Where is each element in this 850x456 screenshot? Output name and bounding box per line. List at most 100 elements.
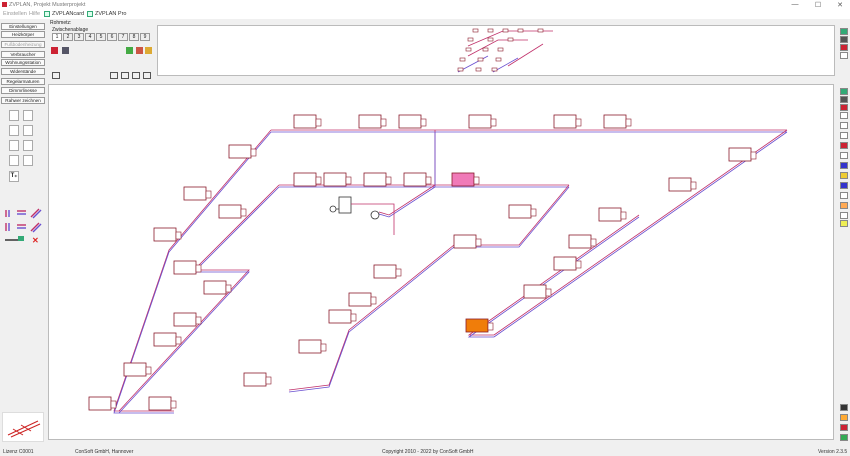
confirm-icon[interactable] xyxy=(840,434,848,441)
pencil-icon[interactable] xyxy=(840,172,848,179)
radiator-25[interactable] xyxy=(173,312,197,327)
warning-icon[interactable] xyxy=(840,414,848,421)
pump[interactable] xyxy=(370,210,380,220)
radiator-side-left-tool-icon[interactable] xyxy=(9,140,19,151)
dxf-icon[interactable] xyxy=(840,212,848,219)
clipboard-tab-1[interactable]: 1 xyxy=(52,33,62,41)
radiator-side-right-tool-icon[interactable] xyxy=(23,140,33,151)
radiator-3[interactable] xyxy=(468,114,492,129)
mirror-icon[interactable] xyxy=(840,132,848,139)
fit-view-icon[interactable] xyxy=(121,72,129,79)
clipboard-tab-4[interactable]: 4 xyxy=(85,33,95,41)
radiator-18[interactable] xyxy=(173,260,197,275)
zoom-in-icon[interactable] xyxy=(840,28,848,35)
radiator-2[interactable] xyxy=(398,114,422,129)
grid-view-icon[interactable] xyxy=(110,72,118,79)
expansion-valve[interactable] xyxy=(329,205,337,213)
radiator-23[interactable] xyxy=(523,284,547,299)
zoom-region-icon[interactable] xyxy=(132,72,140,79)
radiator-26[interactable] xyxy=(153,332,177,347)
radiator-5[interactable] xyxy=(603,114,627,129)
radiator-9[interactable] xyxy=(363,172,387,187)
radiator-12[interactable] xyxy=(218,204,242,219)
radiator-22[interactable] xyxy=(348,292,372,307)
radiator-10[interactable] xyxy=(403,172,427,187)
remove-icon[interactable] xyxy=(840,104,848,111)
radiator-bottom-left-tool-icon[interactable] xyxy=(9,125,19,136)
radiator-15[interactable] xyxy=(453,234,477,249)
clipboard-tab-7[interactable]: 7 xyxy=(118,33,128,41)
maximize-button[interactable]: ☐ xyxy=(808,1,828,9)
cancel-icon[interactable] xyxy=(840,424,848,431)
calc-icon[interactable] xyxy=(840,142,848,149)
screen-icon[interactable] xyxy=(52,72,60,79)
zoom-plus-icon[interactable] xyxy=(840,88,848,95)
pipe-13[interactable] xyxy=(467,216,640,338)
sidebar-button-2[interactable]: Fußbodenheizung xyxy=(1,41,45,48)
pipe-tools[interactable]: ✕ xyxy=(4,206,44,246)
radiator-20[interactable] xyxy=(373,264,397,279)
radiator-32[interactable] xyxy=(728,147,752,162)
transfer-icon[interactable] xyxy=(145,47,152,54)
radiator-0[interactable] xyxy=(293,114,317,129)
page-icon[interactable] xyxy=(840,52,848,59)
clipboard-tab-3[interactable]: 3 xyxy=(74,33,84,41)
radiator-27[interactable] xyxy=(298,339,322,354)
radiator-34[interactable] xyxy=(451,172,475,187)
boiler[interactable] xyxy=(338,196,352,214)
radiator-7[interactable] xyxy=(293,172,317,187)
zoom-out-icon[interactable] xyxy=(840,36,848,43)
radiator-31[interactable] xyxy=(148,396,172,411)
toolbar-zvplancard[interactable]: ZVPLANcard xyxy=(52,11,84,17)
pipe-5[interactable] xyxy=(493,131,788,338)
radiator-double-left-tool-icon[interactable] xyxy=(9,155,19,166)
pan-icon[interactable] xyxy=(143,72,151,79)
save-icon[interactable] xyxy=(840,404,848,411)
text-tool-icon[interactable]: T₊ xyxy=(9,171,19,182)
pipe-17[interactable] xyxy=(378,186,436,218)
export-icon[interactable] xyxy=(136,47,143,54)
radiator-4[interactable] xyxy=(553,114,577,129)
radiator-16[interactable] xyxy=(598,207,622,222)
clipboard-tab-2[interactable]: 2 xyxy=(63,33,73,41)
toolbar-zvplanpro[interactable]: ZVPLAN Pro xyxy=(95,11,126,17)
radiator-right-tool-icon[interactable] xyxy=(23,110,33,121)
clipboard-tab-9[interactable]: 9 xyxy=(140,33,150,41)
sidebar-button-3[interactable]: Verbraucher xyxy=(1,51,45,58)
radiator-19[interactable] xyxy=(203,280,227,295)
radiator-bottom-right-tool-icon[interactable] xyxy=(23,125,33,136)
clipboard-tab-5[interactable]: 5 xyxy=(96,33,106,41)
zoom-minus-icon[interactable] xyxy=(840,96,848,103)
minimize-button[interactable]: — xyxy=(785,1,805,8)
radiator-33[interactable] xyxy=(668,177,692,192)
globe-icon[interactable] xyxy=(840,182,848,189)
sidebar-button-5[interactable]: Widerstände xyxy=(1,68,45,75)
radiator-1[interactable] xyxy=(358,114,382,129)
delete-icon[interactable] xyxy=(840,44,848,51)
radiator-29[interactable] xyxy=(243,372,267,387)
radiator-35[interactable] xyxy=(465,318,489,333)
info-orange-icon[interactable] xyxy=(840,202,848,209)
rotate-icon[interactable] xyxy=(840,122,848,129)
sidebar-button-1[interactable]: Heizkörper xyxy=(1,31,45,38)
table-icon[interactable] xyxy=(840,152,848,159)
drawing-canvas[interactable] xyxy=(48,84,834,440)
menu-hilfe[interactable]: Hilfe xyxy=(29,11,40,17)
sidebar-button-7[interactable]: Dimmrlinesse xyxy=(1,87,45,94)
pipe-12[interactable] xyxy=(467,214,640,336)
close-button[interactable]: ✕ xyxy=(830,1,850,9)
radiator-double-right-tool-icon[interactable] xyxy=(23,155,33,166)
clipboard-tab-8[interactable]: 8 xyxy=(129,33,139,41)
overview-preview[interactable] xyxy=(157,25,835,76)
info-icon[interactable] xyxy=(840,220,848,227)
radiator-21[interactable] xyxy=(553,256,577,271)
pipe-16[interactable] xyxy=(378,184,436,216)
save-clip-icon[interactable] xyxy=(62,47,69,54)
radiator-11[interactable] xyxy=(183,186,207,201)
document-icon[interactable] xyxy=(840,112,848,119)
radiator-8[interactable] xyxy=(323,172,347,187)
radiator-24[interactable] xyxy=(328,309,352,324)
sidebar-button-6[interactable]: Regelarmaturen xyxy=(1,78,45,85)
import-icon[interactable] xyxy=(126,47,133,54)
radiator-28[interactable] xyxy=(123,362,147,377)
